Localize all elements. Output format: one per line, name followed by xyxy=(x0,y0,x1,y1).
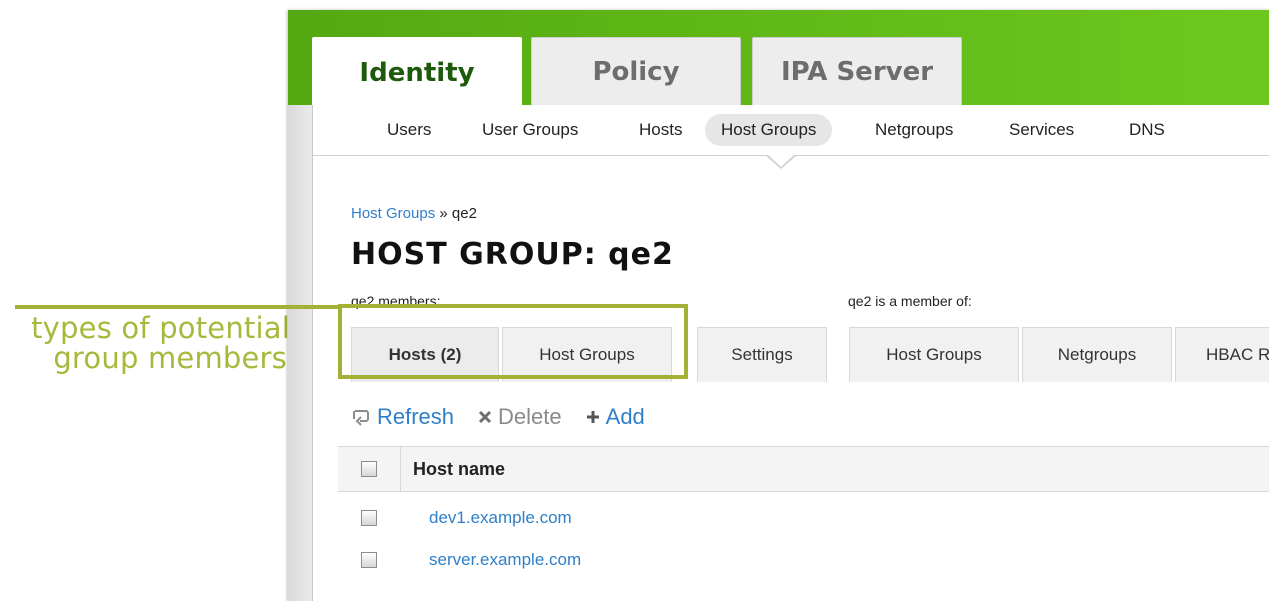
subnav-hosts[interactable]: Hosts xyxy=(623,114,698,146)
page-title: HOST GROUP: qe2 xyxy=(351,237,674,272)
delete-label: Delete xyxy=(498,404,562,429)
sub-navigation: Users User Groups Hosts Host Groups Netg… xyxy=(313,105,1269,156)
action-bar: Refresh Delete Add xyxy=(351,403,669,431)
host-link[interactable]: dev1.example.com xyxy=(429,508,572,528)
column-header-host-name[interactable]: Host name xyxy=(413,459,505,480)
member-of-label: qe2 is a member of: xyxy=(848,293,972,309)
table-row: dev1.example.com xyxy=(338,498,1269,540)
breadcrumb-link-host-groups[interactable]: Host Groups xyxy=(351,205,435,222)
facet-tab-settings[interactable]: Settings xyxy=(697,327,827,382)
facet-tab-hbac-rules[interactable]: HBAC Rules xyxy=(1175,327,1269,382)
select-all-checkbox[interactable] xyxy=(361,461,377,477)
left-gutter xyxy=(288,105,313,601)
breadcrumb: Host Groups » qe2 xyxy=(351,205,477,222)
add-button[interactable]: Add xyxy=(586,404,645,430)
annotation-highlight-box xyxy=(338,304,688,379)
table-row: server.example.com xyxy=(338,540,1269,582)
delete-button[interactable]: Delete xyxy=(478,404,562,430)
subnav-pointer-fill xyxy=(767,154,795,167)
add-icon xyxy=(586,411,599,423)
annotation-line-2: group members xyxy=(53,341,287,375)
subnav-services[interactable]: Services xyxy=(993,114,1090,146)
page-title-prefix: HOST GROUP: xyxy=(351,237,597,272)
facet-tab-memberof-host-groups[interactable]: Host Groups xyxy=(849,327,1019,382)
tab-ipa-server[interactable]: IPA Server xyxy=(752,37,962,105)
refresh-label: Refresh xyxy=(377,404,455,429)
subnav-netgroups[interactable]: Netgroups xyxy=(859,114,969,146)
tab-policy[interactable]: Policy xyxy=(531,37,741,105)
breadcrumb-separator: » xyxy=(439,205,448,222)
top-navigation-bar: Identity Policy IPA Server xyxy=(288,10,1269,109)
hosts-table: Host name dev1.example.com server.exampl… xyxy=(338,446,1269,582)
refresh-button[interactable]: Refresh xyxy=(351,404,454,430)
annotation-callout: types of potential group members xyxy=(0,313,290,373)
tab-identity[interactable]: Identity xyxy=(312,37,522,109)
row-checkbox[interactable] xyxy=(361,552,377,568)
refresh-icon xyxy=(353,410,369,426)
annotation-line-1: types of potential xyxy=(31,311,290,345)
subnav-user-groups[interactable]: User Groups xyxy=(466,114,594,146)
header-checkbox-cell xyxy=(338,447,401,491)
facet-tab-netgroups[interactable]: Netgroups xyxy=(1022,327,1172,382)
row-checkbox[interactable] xyxy=(361,510,377,526)
page-title-name: qe2 xyxy=(608,237,674,272)
delete-icon xyxy=(478,410,492,424)
subnav-host-groups[interactable]: Host Groups xyxy=(705,114,833,146)
table-header: Host name xyxy=(338,446,1269,492)
add-label: Add xyxy=(605,404,645,429)
annotation-connector-line xyxy=(15,305,341,309)
breadcrumb-current: qe2 xyxy=(451,205,477,222)
subnav-dns[interactable]: DNS xyxy=(1113,114,1181,146)
host-link[interactable]: server.example.com xyxy=(429,550,581,570)
subnav-users[interactable]: Users xyxy=(371,114,447,146)
